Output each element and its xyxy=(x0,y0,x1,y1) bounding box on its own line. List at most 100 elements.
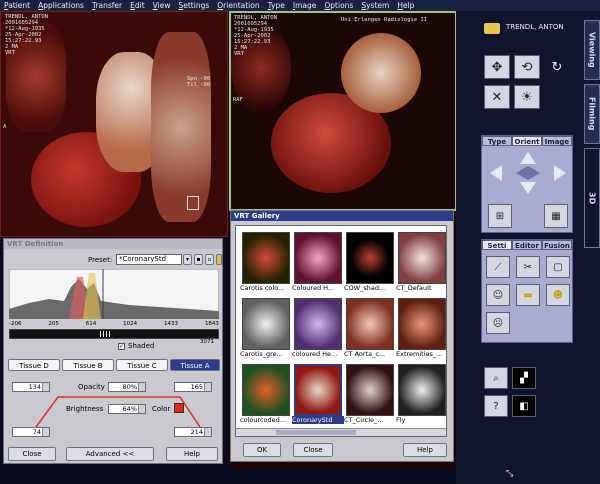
tab-editor[interactable]: Editor xyxy=(512,240,542,250)
gallery-scroll-thumb[interactable] xyxy=(276,430,356,435)
zoom-icon[interactable]: ⌕ xyxy=(484,367,508,389)
menu-settings[interactable]: Settings xyxy=(174,1,213,10)
histogram-chart[interactable] xyxy=(9,269,219,319)
thumb-carotis-colo[interactable] xyxy=(242,232,290,284)
window-slider[interactable] xyxy=(9,329,219,339)
axis-max: 3071 xyxy=(200,339,214,345)
thumb-extremities[interactable] xyxy=(398,298,446,350)
tab-tissue-d[interactable]: Tissue D xyxy=(8,359,60,371)
advanced-button[interactable]: Advanced << xyxy=(66,447,154,461)
tab-type[interactable]: Type xyxy=(482,136,512,146)
quad-view-icon[interactable]: ⊞ xyxy=(488,204,512,228)
tick-3: 1024 xyxy=(123,321,138,327)
cut-plane-icon[interactable]: ✕ xyxy=(484,85,510,109)
menu-options[interactable]: Options xyxy=(320,1,357,10)
tab-setti[interactable]: Setti xyxy=(482,240,512,250)
opacity-label: Opacity xyxy=(78,383,105,391)
gallery-ok-button[interactable]: OK xyxy=(243,443,281,457)
thumb-colourcoded[interactable] xyxy=(242,364,290,416)
delete-preset-icon[interactable]: ▫ xyxy=(205,254,214,265)
gallery-hscrollbar[interactable] xyxy=(236,428,446,436)
menu-type[interactable]: Type xyxy=(264,1,289,10)
tab-filming[interactable]: Filming xyxy=(584,84,600,144)
preset-dropdown-button[interactable]: ▾ xyxy=(183,254,192,265)
measure-icon[interactable]: ◧ xyxy=(512,395,536,417)
cut-icon[interactable]: ✂ xyxy=(516,256,540,278)
right-top-spin[interactable]: 165 xyxy=(174,382,212,392)
menu-view[interactable]: View xyxy=(149,1,175,10)
free-rotate-icon[interactable]: ⟲ xyxy=(514,55,540,79)
tab-tissue-a[interactable]: Tissue A xyxy=(170,359,220,371)
edit-icon[interactable]: ⟋ xyxy=(486,256,510,278)
gallery-close-button[interactable]: Close xyxy=(293,443,333,457)
head-highlight-icon[interactable]: ☻ xyxy=(546,284,570,306)
thumb-ct-aorta[interactable] xyxy=(346,298,394,350)
thumb-ct-default[interactable] xyxy=(398,232,446,284)
menu-help[interactable]: Help xyxy=(393,1,418,10)
opacity-spin[interactable]: 80% xyxy=(108,382,146,392)
label-11: Fly xyxy=(396,416,406,424)
roll-icon[interactable]: ↻ xyxy=(544,55,570,79)
tab-tissue-c[interactable]: Tissue C xyxy=(116,359,168,371)
patient-info-right: TRENDL, ANTON 2001605294 *12-Aug-1935 25… xyxy=(234,15,278,57)
gallery-help-button[interactable]: Help xyxy=(403,443,447,457)
lock-icon[interactable] xyxy=(216,254,222,265)
viewport-left[interactable]: TRENDL, ANTON 2001605294 *12-Aug-1935 25… xyxy=(0,11,228,237)
left-top-spin[interactable]: 134 xyxy=(12,382,50,392)
brightness-spin[interactable]: 64% xyxy=(108,404,146,414)
folder-icon xyxy=(484,23,500,34)
thumb-cow-shad[interactable] xyxy=(346,232,394,284)
highlight-icon[interactable]: ▬ xyxy=(516,284,540,306)
right-bottom-spin[interactable]: 214 xyxy=(174,427,212,437)
close-button[interactable]: Close xyxy=(8,447,56,461)
left-bottom-spin[interactable]: 74 xyxy=(12,427,50,437)
spine-render xyxy=(151,32,211,222)
help-button[interactable]: Help xyxy=(166,447,218,461)
tab-viewing[interactable]: Viewing xyxy=(584,20,600,80)
tab-3d[interactable]: 3D xyxy=(584,148,600,248)
grid-view-icon[interactable]: ▦ xyxy=(544,204,568,228)
menu-image[interactable]: Image xyxy=(289,1,321,10)
orientation-arrows-icon[interactable] xyxy=(488,150,568,196)
checker-icon[interactable]: ▞ xyxy=(512,367,536,389)
volume-icon[interactable]: ▢ xyxy=(546,256,570,278)
angle-info: Spn -90 Til -90 xyxy=(187,76,211,88)
institution-label: Uni Erlangen Radiologie II xyxy=(341,17,428,23)
viewport-right[interactable]: TRENDL, ANTON 2001605294 *12-Aug-1935 25… xyxy=(229,11,457,211)
gallery-grid[interactable]: Carotis colo... Coloured H... COW_shad..… xyxy=(235,225,447,437)
thumb-coronarystd[interactable] xyxy=(294,364,342,416)
shaded-checkbox[interactable]: ✓ xyxy=(118,343,125,350)
menu-applications[interactable]: Applications xyxy=(34,1,88,10)
vrt-gallery-dialog: VRT Gallery Carotis colo... Coloured H..… xyxy=(230,210,454,462)
label-3: CT_Default xyxy=(396,284,432,292)
orientation-box: Type Orient Image ⊞ ▦ xyxy=(481,135,573,233)
menu-transfer[interactable]: Transfer xyxy=(88,1,126,10)
tab-tissue-b[interactable]: Tissue B xyxy=(62,359,114,371)
menu-patient[interactable]: Patient xyxy=(0,1,34,10)
label-7: Extremities_... xyxy=(396,350,443,358)
menu-edit[interactable]: Edit xyxy=(126,1,149,10)
head-icon[interactable]: ☺ xyxy=(486,284,510,306)
tick-0: -206 xyxy=(9,321,22,327)
menu-orientation[interactable]: Orientation xyxy=(213,1,263,10)
thumb-carotis-gre[interactable] xyxy=(242,298,290,350)
tab-image[interactable]: Image xyxy=(542,136,572,146)
tab-fusion[interactable]: Fusion xyxy=(542,240,572,250)
color-swatch[interactable] xyxy=(174,403,184,413)
light-icon[interactable]: ☀ xyxy=(514,85,540,109)
help-query-icon[interactable]: ? xyxy=(484,395,508,417)
rotate-arrows-icon[interactable]: ✥ xyxy=(484,55,510,79)
thumb-coloured-h[interactable] xyxy=(294,232,342,284)
profile-icon[interactable]: ☹ xyxy=(486,312,510,334)
label-1: Coloured H... xyxy=(292,284,335,292)
side-marker: A xyxy=(3,124,7,130)
window-slider-handle[interactable] xyxy=(100,331,112,337)
tab-orient[interactable]: Orient xyxy=(512,136,542,146)
save-preset-icon[interactable]: ▪ xyxy=(194,254,203,265)
thumb-coloured-he[interactable] xyxy=(294,298,342,350)
thumb-fly[interactable] xyxy=(398,364,446,416)
menu-system[interactable]: System xyxy=(357,1,393,10)
thumb-ct-circle[interactable] xyxy=(346,364,394,416)
vessels-render xyxy=(341,33,421,113)
preset-select[interactable]: *CoronaryStd xyxy=(116,254,182,265)
